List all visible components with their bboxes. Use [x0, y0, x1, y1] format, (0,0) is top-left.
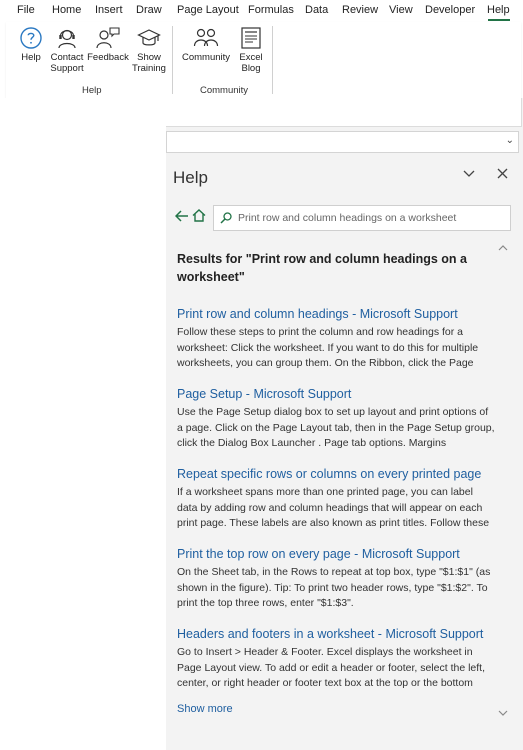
result-link[interactable]: Print the top row on every page - Micros…: [177, 546, 495, 563]
tab-data[interactable]: Data: [305, 4, 328, 16]
group-divider: [272, 26, 273, 94]
active-tab-indicator: [488, 19, 510, 21]
show-training-label-2: Training: [132, 63, 166, 74]
results-panel: Results for "Print row and column headin…: [166, 236, 496, 736]
search-input[interactable]: [236, 209, 508, 227]
group-divider: [172, 26, 173, 94]
result-item: Repeat specific rows or columns on every…: [177, 466, 495, 532]
contact-support-label-2: Support: [50, 63, 84, 74]
community-label: Community: [181, 52, 231, 63]
result-snippet: Use the Page Setup dialog box to set up …: [177, 406, 495, 449]
tab-page-layout[interactable]: Page Layout: [177, 4, 239, 16]
chevron-down-icon[interactable]: ⌄: [506, 135, 514, 146]
excel-blog-label-2: Blog: [241, 63, 261, 74]
tab-file[interactable]: File: [17, 4, 35, 16]
feedback-label: Feedback: [87, 52, 129, 63]
pane-options-chevron-icon[interactable]: [463, 166, 475, 182]
tab-view[interactable]: View: [389, 4, 413, 16]
ribbon: Help Contact Support Feedback Show Train…: [6, 22, 521, 99]
community-group-label: Community: [200, 85, 249, 96]
show-training-button[interactable]: Show Training: [131, 26, 167, 74]
worksheet-area[interactable]: [0, 98, 166, 750]
result-item: Print the top row on every page - Micros…: [177, 546, 495, 612]
help-pane-title: Help: [173, 168, 208, 187]
result-snippet: Go to Insert > Header & Footer. Excel di…: [177, 646, 486, 689]
contact-support-button[interactable]: Contact Support: [49, 26, 85, 74]
scroll-up-icon[interactable]: [498, 244, 508, 255]
result-link[interactable]: Headers and footers in a worksheet - Mic…: [177, 626, 495, 643]
help-question-icon: [20, 27, 42, 49]
tab-developer[interactable]: Developer: [425, 4, 475, 16]
result-link[interactable]: Page Setup - Microsoft Support: [177, 386, 495, 403]
results-scrollbar[interactable]: [496, 236, 511, 728]
community-button[interactable]: Community: [178, 26, 234, 63]
tab-review[interactable]: Review: [342, 4, 378, 16]
close-icon[interactable]: [497, 166, 508, 182]
help-search-box[interactable]: [213, 205, 511, 231]
result-link[interactable]: Repeat specific rows or columns on every…: [177, 466, 495, 483]
result-item: Headers and footers in a worksheet - Mic…: [177, 626, 495, 692]
help-button[interactable]: Help: [16, 26, 46, 63]
contact-support-label-1: Contact: [50, 52, 84, 63]
search-icon: [220, 211, 232, 229]
result-snippet: On the Sheet tab, in the Rows to repeat …: [177, 566, 491, 609]
result-snippet: If a worksheet spans more than one print…: [177, 486, 490, 529]
community-people-icon: [193, 28, 219, 47]
result-item: Page Setup - Microsoft Support Use the P…: [177, 386, 495, 452]
back-arrow-icon[interactable]: [174, 209, 189, 227]
tab-formulas[interactable]: Formulas: [248, 4, 294, 16]
result-link[interactable]: Print row and column headings - Microsof…: [177, 306, 495, 323]
menu-bar: File Home Insert Draw Page Layout Formul…: [0, 0, 523, 22]
result-item: Print row and column headings - Microsof…: [177, 306, 495, 372]
feedback-button[interactable]: Feedback: [87, 26, 129, 63]
help-button-label: Help: [21, 52, 41, 63]
tab-home[interactable]: Home: [52, 4, 81, 16]
headset-icon: [58, 29, 76, 49]
show-more-link[interactable]: Show more: [177, 703, 233, 715]
show-training-label-1: Show: [137, 52, 161, 63]
tab-insert[interactable]: Insert: [95, 4, 123, 16]
excel-blog-button[interactable]: Excel Blog: [236, 26, 266, 74]
feedback-person-icon: [96, 27, 120, 49]
home-icon[interactable]: [192, 209, 206, 227]
blog-document-icon: [241, 27, 261, 49]
result-snippet: Follow these steps to print the column a…: [177, 326, 479, 369]
tab-help[interactable]: Help: [487, 4, 510, 16]
help-group-label: Help: [82, 85, 102, 96]
collapsed-dropdown[interactable]: ⌄: [166, 131, 519, 153]
excel-blog-label-1: Excel: [239, 52, 263, 63]
results-heading: Results for "Print row and column headin…: [177, 252, 467, 284]
graduation-cap-icon: [137, 29, 161, 46]
scroll-down-icon[interactable]: [498, 709, 508, 720]
formula-area[interactable]: [166, 98, 522, 127]
tab-draw[interactable]: Draw: [136, 4, 162, 16]
